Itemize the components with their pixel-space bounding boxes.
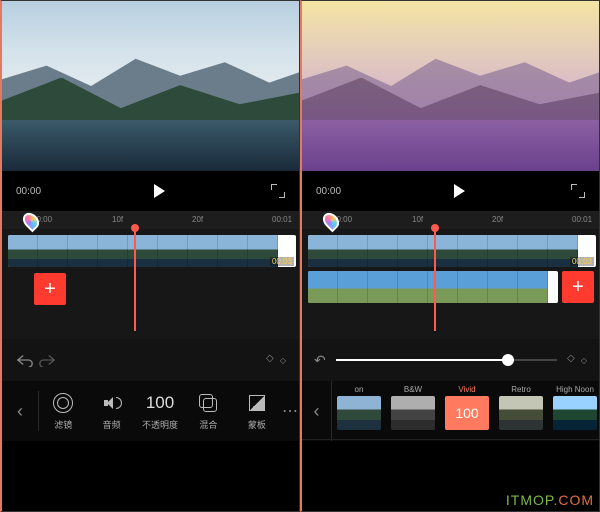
intensity-slider[interactable]	[336, 359, 557, 361]
transport-bar: 00:00	[2, 171, 299, 211]
filter-swatch	[499, 396, 543, 430]
current-time: 00:00	[16, 186, 41, 197]
ruler-tick: 20f	[492, 215, 503, 224]
filter-selector: ‹ on B&W Vivid 100 Retro High Noon	[302, 381, 599, 441]
tool-blend[interactable]: 混合	[184, 392, 232, 431]
filter-icon	[53, 393, 73, 413]
effects-icon[interactable]	[265, 349, 287, 371]
back-button[interactable]: ‹	[302, 381, 332, 441]
video-preview: 00:00	[2, 1, 299, 211]
playhead[interactable]	[134, 227, 136, 331]
editor-screen-right: 00:00 00:00 10f 20f 00:01 00:03 + ↶	[300, 0, 600, 512]
time-ruler: 00:00 10f 20f 00:01	[302, 211, 599, 229]
add-track-button[interactable]: +	[562, 271, 594, 303]
current-time: 00:00	[316, 186, 341, 197]
filter-swatch	[337, 396, 381, 430]
filter-swatch	[553, 396, 597, 430]
blend-icon	[199, 394, 217, 412]
tool-opacity[interactable]: 100 不透明度	[136, 392, 184, 431]
filter-swatch-selected: 100	[445, 396, 489, 430]
ruler-tick: 20f	[192, 215, 203, 224]
add-track-button[interactable]: +	[34, 273, 66, 305]
filter-item-vivid[interactable]: Vivid 100	[440, 381, 494, 441]
undo-button[interactable]	[14, 349, 36, 371]
tool-filter[interactable]: 滤镜	[39, 392, 87, 431]
ruler-tick: 10f	[412, 215, 423, 224]
chevron-left-icon: ‹	[17, 401, 23, 422]
plus-icon: +	[572, 276, 584, 299]
filter-item-highnoon[interactable]: High Noon	[548, 381, 599, 441]
tool-audio[interactable]: 音频	[87, 392, 135, 431]
play-button[interactable]	[454, 184, 465, 198]
undo-button[interactable]: ↶	[314, 352, 326, 369]
opacity-value: 100	[146, 393, 174, 413]
overlay-clip-track[interactable]	[308, 271, 558, 303]
back-button[interactable]: ‹	[2, 401, 38, 422]
video-clip-track[interactable]: 00:03	[8, 235, 296, 267]
tool-mask[interactable]: 蒙板	[233, 392, 281, 431]
mask-icon	[249, 395, 265, 411]
filter-item-retro[interactable]: Retro	[494, 381, 548, 441]
plus-icon: +	[44, 278, 56, 301]
fullscreen-icon[interactable]	[271, 184, 285, 198]
filter-item-none[interactable]: on	[332, 381, 386, 441]
video-preview: 00:00	[302, 1, 599, 211]
clip-duration: 00:03	[570, 257, 594, 266]
redo-button[interactable]	[36, 349, 58, 371]
playhead[interactable]	[434, 227, 436, 331]
transport-bar: 00:00	[302, 171, 599, 211]
filter-swatch	[391, 396, 435, 430]
ruler-tick: 00:01	[572, 215, 592, 224]
play-button[interactable]	[154, 184, 165, 198]
editor-screen-left: 00:00 00:00 10f 20f 00:01 00:03 + ‹	[0, 0, 300, 512]
edit-controls-row	[2, 339, 299, 381]
ruler-tick: 00:01	[272, 215, 292, 224]
intensity-slider-row: ↶	[302, 339, 599, 381]
clip-duration: 00:03	[270, 257, 294, 266]
speaker-icon	[104, 395, 120, 411]
filter-item-bw[interactable]: B&W	[386, 381, 440, 441]
timeline[interactable]: 00:00 10f 20f 00:01 00:03 + ↶	[302, 211, 599, 381]
ruler-tick: 10f	[112, 215, 123, 224]
effects-icon[interactable]	[567, 353, 587, 367]
preview-image-filtered	[302, 1, 599, 171]
video-clip-track[interactable]: 00:03	[308, 235, 596, 267]
timeline[interactable]: 00:00 10f 20f 00:01 00:03 +	[2, 211, 299, 381]
bottom-toolbar: ‹ 滤镜 音频 100 不透明度 混合 蒙板 ⋯	[2, 381, 299, 441]
filter-intensity: 100	[455, 405, 478, 421]
preview-image-original	[2, 1, 299, 171]
fullscreen-icon[interactable]	[571, 184, 585, 198]
slider-thumb[interactable]	[502, 354, 514, 366]
chevron-left-icon: ‹	[314, 401, 320, 422]
tool-more[interactable]: ⋯	[281, 400, 299, 422]
time-ruler: 00:00 10f 20f 00:01	[2, 211, 299, 229]
